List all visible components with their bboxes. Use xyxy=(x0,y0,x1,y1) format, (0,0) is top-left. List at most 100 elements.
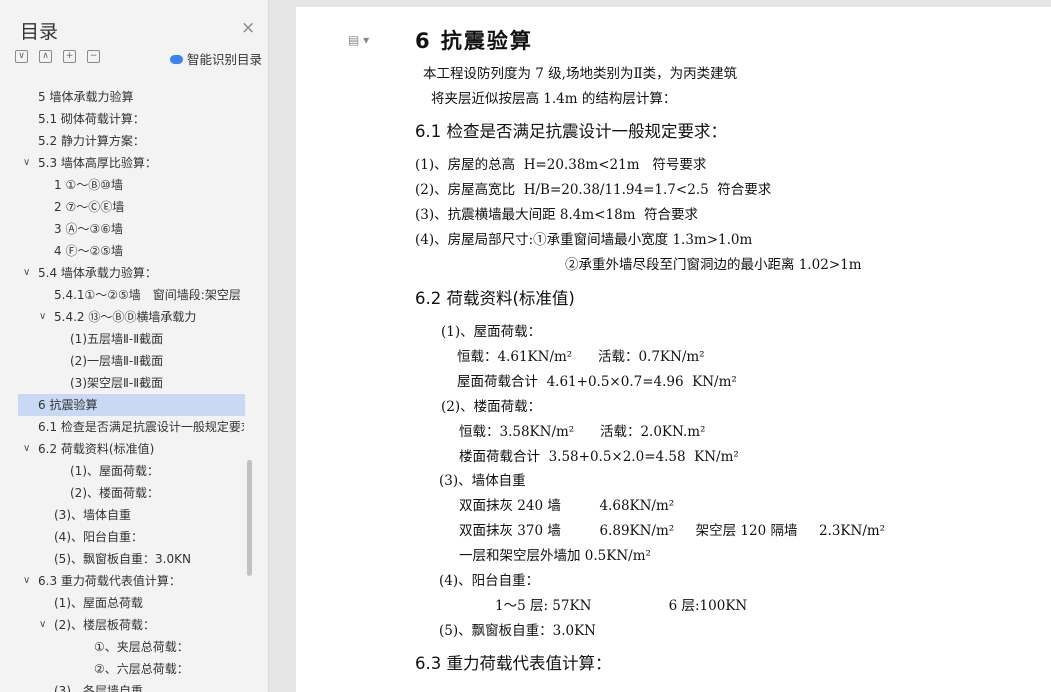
toc-item-label: 5.4 墙体承载力验算： xyxy=(38,266,157,280)
smart-toc-label: 智能识别目录 xyxy=(187,52,263,67)
toc-item-label: 3 Ⓐ～③⑥墙 xyxy=(54,222,123,236)
chevron-down-icon[interactable]: ∨ xyxy=(39,614,46,636)
ai-icon xyxy=(170,55,183,64)
collapse-all-icon[interactable]: ∨ xyxy=(15,50,28,63)
document-page: ▤ ▾ 6 抗震验算 本工程设防列度为 7 级,场地类别为Ⅱ类，为丙类建筑 将夹… xyxy=(296,7,1051,692)
toc-item-label: 6.3 重力荷载代表值计算： xyxy=(38,574,181,588)
toc-item-label: (4)、阳台自重： xyxy=(54,530,143,544)
toc-item-label: (1)、屋面荷载： xyxy=(70,464,159,478)
toc-item[interactable]: 6.1 检查是否满足抗震设计一般规定要求： xyxy=(18,416,244,438)
close-icon[interactable]: × xyxy=(241,20,255,37)
document-icon[interactable]: ▤ ▾ xyxy=(348,33,369,47)
paragraph: 双面抹灰 240 墙 4.68KN/m² xyxy=(459,498,675,514)
chevron-down-icon[interactable]: ∨ xyxy=(23,262,30,284)
toc-item[interactable]: 5.1 砌体荷载计算： xyxy=(18,108,264,130)
toc-item-label: (2)、楼层板荷载： xyxy=(54,618,155,632)
chevron-down-icon[interactable]: ∨ xyxy=(39,306,46,328)
paragraph: 恒载：3.58KN/m² 活载：2.0KN.m² xyxy=(459,424,706,440)
toc-item[interactable]: 5.2 静力计算方案： xyxy=(18,130,264,152)
toc-item-label: (1)、屋面总荷载 xyxy=(54,596,143,610)
toc-item[interactable]: 2 ⑦～ⒸⒺ墙 xyxy=(18,196,264,218)
smart-toc-button[interactable]: 智能识别目录 xyxy=(170,49,262,68)
paragraph: 一层和架空层外墙加 0.5KN/m² xyxy=(459,548,651,564)
toc-item[interactable]: 4 Ⓕ～②⑤墙 xyxy=(18,240,264,262)
toc-item[interactable]: (5)、飘窗板自重：3.0KN xyxy=(18,548,244,570)
toc-sidebar: 目录 × ∨ ∧ + − 智能识别目录 5 墙体承载力验算 5.1 砌体荷载计算… xyxy=(0,0,269,692)
toc-item-selected[interactable]: 6 抗震验算 xyxy=(18,394,245,416)
toc-item-label: (2)一层墙Ⅱ-Ⅱ截面 xyxy=(70,354,164,368)
toc-item[interactable]: ①、夹层总荷载： xyxy=(18,636,244,658)
toc-item-label: ②、六层总荷载： xyxy=(94,662,189,676)
paragraph: 恒载：4.61KN/m² 活载：0.7KN/m² xyxy=(457,349,705,365)
paragraph: 双面抹灰 370 墙 6.89KN/m² 架空层 120 隔墙 2.3KN/m² xyxy=(459,523,886,539)
paragraph: 屋面荷载合计 4.61+0.5×0.7=4.96 KN/m² xyxy=(457,374,737,390)
toc-item-label: 1 ①～Ⓑ⑩墙 xyxy=(54,178,123,192)
heading-2: 6.3 重力荷载代表值计算： xyxy=(415,654,612,673)
toc-item-label: 5.4.2 ⑬～ⒷⒹ横墙承载力 xyxy=(54,310,197,324)
toc-item-label: (3)架空层Ⅱ-Ⅱ截面 xyxy=(70,376,164,390)
paragraph: ②承重外墙尽段至门窗洞边的最小距离 1.02>1m xyxy=(565,257,862,273)
paragraph: (2)、楼面荷载： xyxy=(441,399,542,415)
paragraph: 楼面荷载合计 3.58+0.5×2.0=4.58 KN/m² xyxy=(459,449,739,465)
remove-heading-icon[interactable]: − xyxy=(87,50,100,63)
toc-item[interactable]: 5 墙体承载力验算 xyxy=(18,86,264,108)
toc-item[interactable]: ∨ 5.4 墙体承载力验算： xyxy=(18,262,264,284)
toc-item[interactable]: (1)五层墙Ⅱ-Ⅱ截面 xyxy=(18,328,264,350)
toc-item-label: 6.2 荷载资料(标准值) xyxy=(38,442,155,456)
chevron-down-icon[interactable]: ∨ xyxy=(23,438,30,460)
toc-item-label: (1)五层墙Ⅱ-Ⅱ截面 xyxy=(70,332,164,346)
toc-item-label: 2 ⑦～ⒸⒺ墙 xyxy=(54,200,125,214)
toc-item[interactable]: (3)架空层Ⅱ-Ⅱ截面 xyxy=(18,372,264,394)
toc-item[interactable]: (3)、各层墙自重 xyxy=(18,680,244,692)
toc-item[interactable]: 1 ①～Ⓑ⑩墙 xyxy=(18,174,264,196)
toc-item[interactable]: ∨ 6.2 荷载资料(标准值) xyxy=(18,438,244,460)
toc-item-label: 4 Ⓕ～②⑤墙 xyxy=(54,244,123,258)
toc-item-label: 5.3 墙体高厚比验算： xyxy=(38,156,157,170)
heading-2: 6.2 荷载资料(标准值) xyxy=(415,289,575,308)
chevron-down-icon[interactable]: ∨ xyxy=(23,570,30,592)
toc-item-label: 5 墙体承载力验算 xyxy=(38,90,134,104)
toc-item[interactable]: 3 Ⓐ～③⑥墙 xyxy=(18,218,264,240)
paragraph: (2)、房屋高宽比 H/B=20.38/11.94=1.7<2.5 符合要求 xyxy=(415,182,772,198)
paragraph: 本工程设防列度为 7 级,场地类别为Ⅱ类，为丙类建筑 xyxy=(423,66,738,82)
toc-item[interactable]: 5.4.1①～②⑤墙 窗间墙段:架空层墙... xyxy=(18,284,240,306)
toc-item-label: 6.1 检查是否满足抗震设计一般规定要求： xyxy=(38,420,244,434)
expand-all-icon[interactable]: ∧ xyxy=(39,50,52,63)
toc-item[interactable]: (4)、阳台自重： xyxy=(18,526,244,548)
heading-1: 6 抗震验算 xyxy=(415,29,533,53)
paragraph: (1)、屋面荷载： xyxy=(441,324,542,340)
chevron-down-icon[interactable]: ∨ xyxy=(23,152,30,174)
paragraph: (5)、飘窗板自重：3.0KN xyxy=(439,623,596,639)
paragraph: 将夹层近似按层高 1.4m 的结构层计算： xyxy=(431,91,677,107)
toc-item[interactable]: (1)、屋面荷载： xyxy=(18,460,244,482)
paragraph: (1)、房屋的总高 H=20.38m<21m 符号要求 xyxy=(415,157,707,173)
toc-item-label: (3)、墙体自重 xyxy=(54,508,131,522)
paragraph: (4)、房屋局部尺寸:①承重窗间墙最小宽度 1.3m>1.0m xyxy=(415,232,753,248)
toc-item-label: 5.4.1①～②⑤墙 窗间墙段:架空层墙... xyxy=(54,288,240,302)
toc-item-label: (5)、飘窗板自重：3.0KN xyxy=(54,552,191,566)
paragraph: 1～5 层: 57KN 6 层:100KN xyxy=(495,598,748,614)
toc-item-label: (3)、各层墙自重 xyxy=(54,684,143,692)
toc-item[interactable]: ∨ 6.3 重力荷载代表值计算： xyxy=(18,570,244,592)
toc-list: 5 墙体承载力验算 5.1 砌体荷载计算： 5.2 静力计算方案： ∨ 5.3 墙… xyxy=(18,75,264,692)
toc-item[interactable]: ②、六层总荷载： xyxy=(18,658,244,680)
paragraph: (3)、抗震横墙最大间距 8.4m<18m 符合要求 xyxy=(415,207,699,223)
toc-item-label: (2)、楼面荷载： xyxy=(70,486,159,500)
toc-item[interactable]: ∨ 5.3 墙体高厚比验算： xyxy=(18,152,264,174)
toc-item[interactable]: (2)一层墙Ⅱ-Ⅱ截面 xyxy=(18,350,264,372)
paragraph: (3)、墙体自重 xyxy=(439,473,526,489)
toc-item-label: 5.1 砌体荷载计算： xyxy=(38,112,145,126)
toc-item[interactable]: (2)、楼面荷载： xyxy=(18,482,244,504)
toc-item[interactable]: (1)、屋面总荷载 xyxy=(18,592,244,614)
paragraph: (4)、阳台自重： xyxy=(439,573,540,589)
toc-item[interactable]: (3)、墙体自重 xyxy=(18,504,244,526)
toc-item-label: 6 抗震验算 xyxy=(38,398,98,412)
toc-title: 目录 xyxy=(20,21,59,43)
heading-2: 6.1 检查是否满足抗震设计一般规定要求： xyxy=(415,122,727,141)
sidebar-scrollbar[interactable] xyxy=(247,460,252,576)
toc-item[interactable]: ∨ (2)、楼层板荷载： xyxy=(18,614,244,636)
toc-item-label: ①、夹层总荷载： xyxy=(94,640,189,654)
toc-item-label: 5.2 静力计算方案： xyxy=(38,134,145,148)
toc-item[interactable]: ∨ 5.4.2 ⑬～ⒷⒹ横墙承载力 xyxy=(18,306,264,328)
add-heading-icon[interactable]: + xyxy=(63,50,76,63)
